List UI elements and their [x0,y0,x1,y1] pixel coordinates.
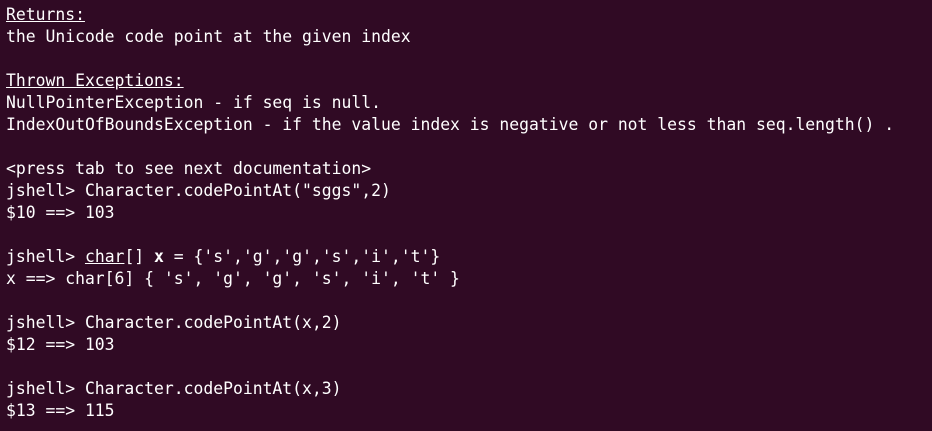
returns-heading: Returns: [6,5,85,24]
returns-text: the Unicode code point at the given inde… [6,27,411,46]
variable-name: x [154,247,164,266]
command-line: jshell> Character.codePointAt(x,3) [6,379,342,398]
array-brackets: [] [124,247,155,266]
exceptions-heading: Thrown Exceptions: [6,71,184,90]
array-initializer: = {'s','g','g','s','i','t'} [163,247,441,266]
exception-index-out-of-bounds: IndexOutOfBoundsException - if the value… [6,115,895,134]
command-line: jshell> Character.codePointAt("sggs",2) [6,181,391,200]
command-line: jshell> Character.codePointAt(x,2) [6,313,342,332]
command-output: $10 ==> 103 [6,203,115,222]
command-output: $12 ==> 103 [6,335,115,354]
exception-null-pointer: NullPointerException - if seq is null. [6,93,381,112]
prompt: jshell> [6,247,85,266]
terminal-window[interactable]: Returns: the Unicode code point at the g… [0,0,932,431]
type-keyword: char [84,247,125,266]
press-tab-hint: <press tab to see next documentation> [6,159,372,178]
command-line-array: jshell> char[] x = {'s','g','g','s','i',… [6,246,932,268]
command-output: $13 ==> 115 [6,401,115,420]
command-output: x ==> char[6] { 's', 'g', 'g', 's', 'i',… [6,269,460,288]
